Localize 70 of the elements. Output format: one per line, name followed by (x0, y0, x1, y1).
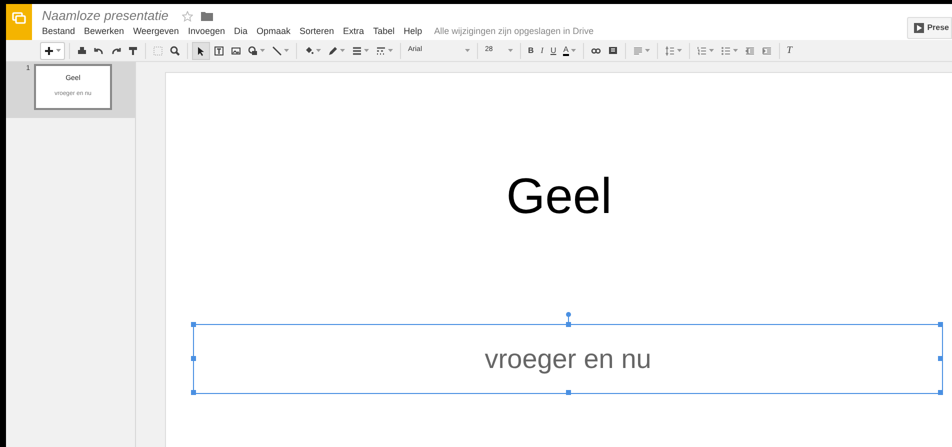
menu-item[interactable]: Invoegen (188, 25, 225, 39)
menu-item[interactable]: Sorteren (300, 25, 334, 39)
clear-formatting-button[interactable]: T (784, 42, 796, 60)
underline-button[interactable]: U (547, 42, 560, 60)
star-icon[interactable] (182, 10, 194, 22)
resize-handle[interactable] (938, 390, 943, 395)
resize-handle[interactable] (191, 390, 196, 395)
caret-icon (260, 49, 265, 52)
menu-item[interactable]: Extra (343, 25, 364, 39)
undo-icon (94, 46, 104, 56)
cursor-button[interactable] (192, 42, 210, 60)
redo-icon (111, 46, 121, 56)
slide-subtitle: vroeger en nu (484, 342, 652, 376)
caret-icon (708, 49, 714, 52)
text-color-button[interactable]: A (560, 42, 579, 60)
menu-item[interactable]: Help (404, 25, 422, 39)
line-spacing-icon (664, 46, 675, 56)
text-box-icon (214, 46, 224, 56)
menu-item[interactable]: Dia (234, 25, 248, 39)
comment-icon (608, 46, 618, 56)
save-status: Alle wijzigingen zijn opgeslagen in Drive (434, 25, 594, 38)
caret-icon (284, 49, 289, 52)
caret-icon (56, 49, 61, 52)
increase-indent-icon (762, 46, 772, 56)
menu-item[interactable]: Weergeven (133, 25, 179, 39)
present-button[interactable]: Prese (907, 17, 952, 39)
zoom-icon (170, 46, 180, 56)
caret-icon (570, 49, 576, 52)
caret-icon (644, 49, 650, 52)
line-weight-icon (352, 46, 362, 56)
resize-handle[interactable] (566, 322, 571, 327)
link-icon (590, 46, 601, 56)
plus-icon (44, 46, 54, 56)
pen-icon (328, 46, 338, 56)
slides-logo-icon (12, 12, 26, 24)
bold-button[interactable]: B (525, 42, 537, 60)
line-icon (272, 46, 282, 56)
align-icon (632, 46, 643, 56)
bulleted-list-icon (720, 46, 731, 56)
caret-icon (340, 49, 345, 52)
folder-icon[interactable] (201, 11, 214, 21)
caret-icon (388, 49, 393, 52)
resize-handle[interactable] (191, 322, 196, 327)
paint-bucket-icon (304, 46, 314, 56)
resize-handle[interactable] (938, 356, 943, 361)
fit-frame-icon (153, 46, 163, 56)
caret-icon (364, 49, 369, 52)
slide-title: Geel (505, 171, 613, 221)
image-icon (231, 46, 241, 56)
cursor-icon (196, 46, 206, 56)
caret-icon (316, 49, 321, 52)
menu-item[interactable]: Tabel (373, 25, 395, 39)
line-dash-icon (376, 46, 386, 56)
decrease-indent-icon (744, 46, 755, 56)
numbered-list-icon (696, 46, 707, 56)
caret-icon (465, 49, 470, 52)
menu-item[interactable]: Bewerken (84, 25, 124, 39)
play-icon (914, 23, 924, 33)
resize-handle[interactable] (191, 356, 196, 361)
italic-button[interactable]: I (538, 42, 546, 60)
plus-button[interactable] (40, 42, 65, 60)
resize-handle[interactable] (938, 322, 943, 327)
resize-handle[interactable] (566, 390, 571, 395)
menu-item[interactable]: Opmaak (256, 25, 291, 39)
caret-icon (676, 49, 682, 52)
menu-item[interactable]: Bestand (42, 25, 76, 39)
document-title[interactable]: Naamloze presentatie (42, 6, 168, 26)
caret-icon (508, 49, 513, 52)
shapes-icon (248, 46, 258, 56)
caret-icon (732, 49, 738, 52)
